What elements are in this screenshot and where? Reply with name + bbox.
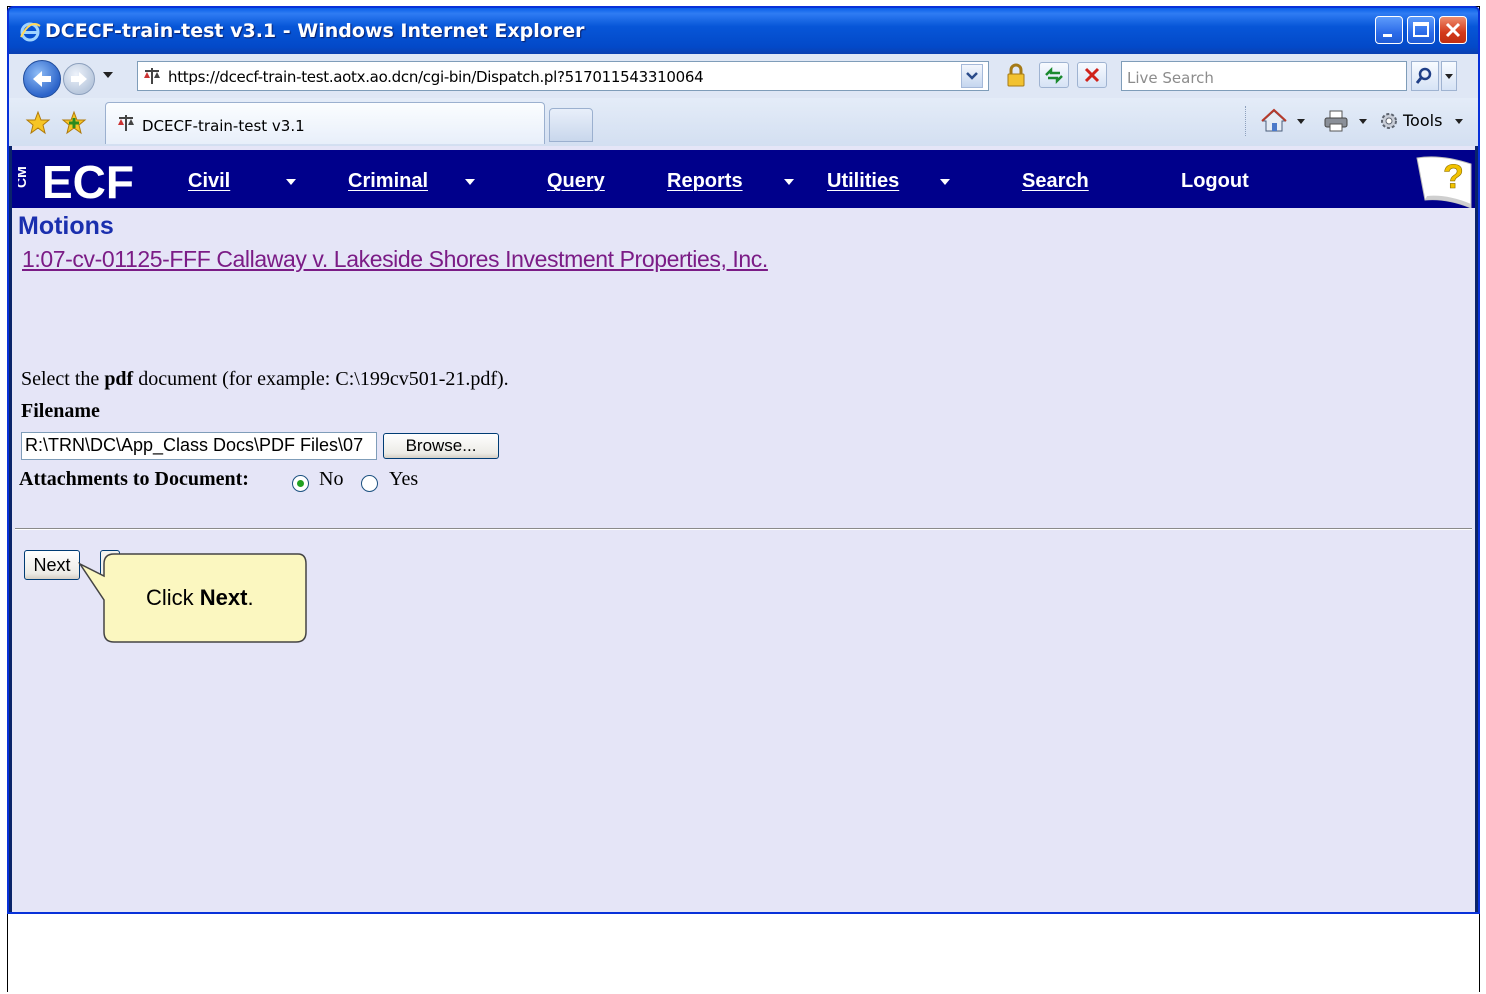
maximize-icon <box>1413 22 1429 37</box>
menu-search[interactable]: Search <box>1022 170 1089 193</box>
ie-logo-icon <box>20 22 41 42</box>
attachments-label: Attachments to Document: <box>19 468 249 490</box>
back-button[interactable] <box>23 60 61 98</box>
ie-window: DCECF-train-test v3.1 - Windows Internet… <box>7 6 1480 914</box>
attachments-yes-label: Yes <box>389 468 419 490</box>
filename-label: Filename <box>21 400 100 422</box>
live-search-input[interactable]: Live Search <box>1121 61 1407 91</box>
toolbar-separator <box>1245 106 1248 136</box>
printer-icon <box>1324 110 1348 132</box>
address-dropdown-button[interactable] <box>961 64 983 88</box>
attachments-no-label: No <box>319 468 344 490</box>
menu-criminal[interactable]: Criminal <box>348 170 428 193</box>
home-icon <box>1261 108 1287 132</box>
criminal-dropdown-icon[interactable] <box>465 179 475 185</box>
minimize-icon <box>1383 34 1392 37</box>
history-dropdown-icon[interactable] <box>103 72 113 78</box>
browse-button[interactable]: Browse... <box>383 433 499 459</box>
back-arrow-icon <box>33 71 51 87</box>
favorites-star-icon[interactable] <box>25 110 51 136</box>
title-bar[interactable]: DCECF-train-test v3.1 - Windows Internet… <box>9 8 1478 54</box>
attachments-yes-radio[interactable] <box>361 475 378 492</box>
window-title: DCECF-train-test v3.1 - Windows Internet… <box>45 20 585 42</box>
tools-menu-button[interactable]: Tools <box>1377 108 1467 134</box>
stop-button[interactable] <box>1077 62 1107 88</box>
civil-dropdown-icon[interactable] <box>286 179 296 185</box>
reports-dropdown-icon[interactable] <box>784 179 794 185</box>
menu-query[interactable]: Query <box>547 170 605 193</box>
utilities-dropdown-icon[interactable] <box>940 179 950 185</box>
tab-toolbar: DCECF-train-test v3.1 Tools <box>9 98 1478 146</box>
callout-text: Click Next. <box>146 585 254 611</box>
page-content: CM ECF Civil Criminal Query Reports Util… <box>9 146 1478 912</box>
close-button[interactable] <box>1439 16 1467 44</box>
instruction-pre: Select the <box>21 368 105 390</box>
maximize-button[interactable] <box>1407 16 1435 44</box>
address-bar[interactable]: https://dcecf-train-test.aotx.ao.dcn/cgi… <box>137 61 989 91</box>
menu-civil[interactable]: Civil <box>188 170 230 193</box>
callout-post: . <box>247 585 254 610</box>
filename-input[interactable]: R:\TRN\DC\App_Class Docs\PDF Files\07 <box>21 432 377 460</box>
ecf-logo: CM ECF <box>13 156 168 209</box>
minimize-button[interactable] <box>1375 16 1403 44</box>
refresh-button[interactable] <box>1039 62 1069 88</box>
chevron-down-icon <box>1445 74 1453 79</box>
home-button[interactable] <box>1259 108 1307 134</box>
search-icon <box>1415 67 1432 84</box>
chevron-down-icon <box>1297 119 1305 124</box>
print-button[interactable] <box>1321 108 1369 134</box>
tab-label: DCECF-train-test v3.1 <box>142 117 305 135</box>
divider <box>15 528 1472 530</box>
svg-text:ECF: ECF <box>42 156 134 204</box>
address-text: https://dcecf-train-test.aotx.ao.dcn/cgi… <box>168 68 704 86</box>
new-tab-button[interactable] <box>549 108 593 142</box>
ecf-scales-icon <box>144 68 160 84</box>
ecf-menu-bar: CM ECF Civil Criminal Query Reports Util… <box>12 150 1475 208</box>
search-placeholder: Live Search <box>1127 69 1214 87</box>
stop-icon <box>1084 67 1100 83</box>
menu-reports[interactable]: Reports <box>667 170 743 193</box>
chevron-down-icon <box>966 72 978 80</box>
chevron-down-icon <box>1455 119 1463 124</box>
callout-pre: Click <box>146 585 200 610</box>
close-icon <box>1445 22 1461 38</box>
instruction-text: Select the pdf document (for example: C:… <box>21 368 509 391</box>
forward-arrow-icon <box>71 72 87 86</box>
menu-utilities[interactable]: Utilities <box>827 170 899 193</box>
search-options-dropdown[interactable] <box>1441 61 1457 91</box>
page-title: Motions <box>18 212 114 240</box>
forward-button[interactable] <box>63 63 95 95</box>
gear-icon <box>1381 113 1397 129</box>
instruction-bold: pdf <box>104 368 134 390</box>
refresh-icon <box>1045 66 1063 85</box>
tab-dcecf-train-test[interactable]: DCECF-train-test v3.1 <box>105 102 545 144</box>
ecf-scales-icon <box>118 115 134 131</box>
lock-icon[interactable] <box>1003 62 1029 88</box>
add-favorites-icon[interactable] <box>61 110 87 136</box>
tools-label: Tools <box>1403 111 1443 130</box>
instruction-post: document (for example: C:\199cv501-21.pd… <box>133 368 509 390</box>
search-button[interactable] <box>1411 61 1439 91</box>
ecf-logo-graphic: CM ECF <box>13 156 134 208</box>
svg-text:?: ? <box>1443 158 1464 196</box>
menu-logout[interactable]: Logout <box>1181 170 1249 193</box>
callout-bold: Next <box>199 585 248 610</box>
help-icon[interactable]: ? <box>1411 154 1475 208</box>
next-button[interactable]: Next <box>24 550 80 580</box>
svg-text:CM: CM <box>18 166 29 188</box>
case-link[interactable]: 1:07-cv-01125-FFF Callaway v. Lakeside S… <box>22 246 768 273</box>
chevron-down-icon <box>1359 119 1367 124</box>
attachments-no-radio[interactable] <box>292 475 309 492</box>
